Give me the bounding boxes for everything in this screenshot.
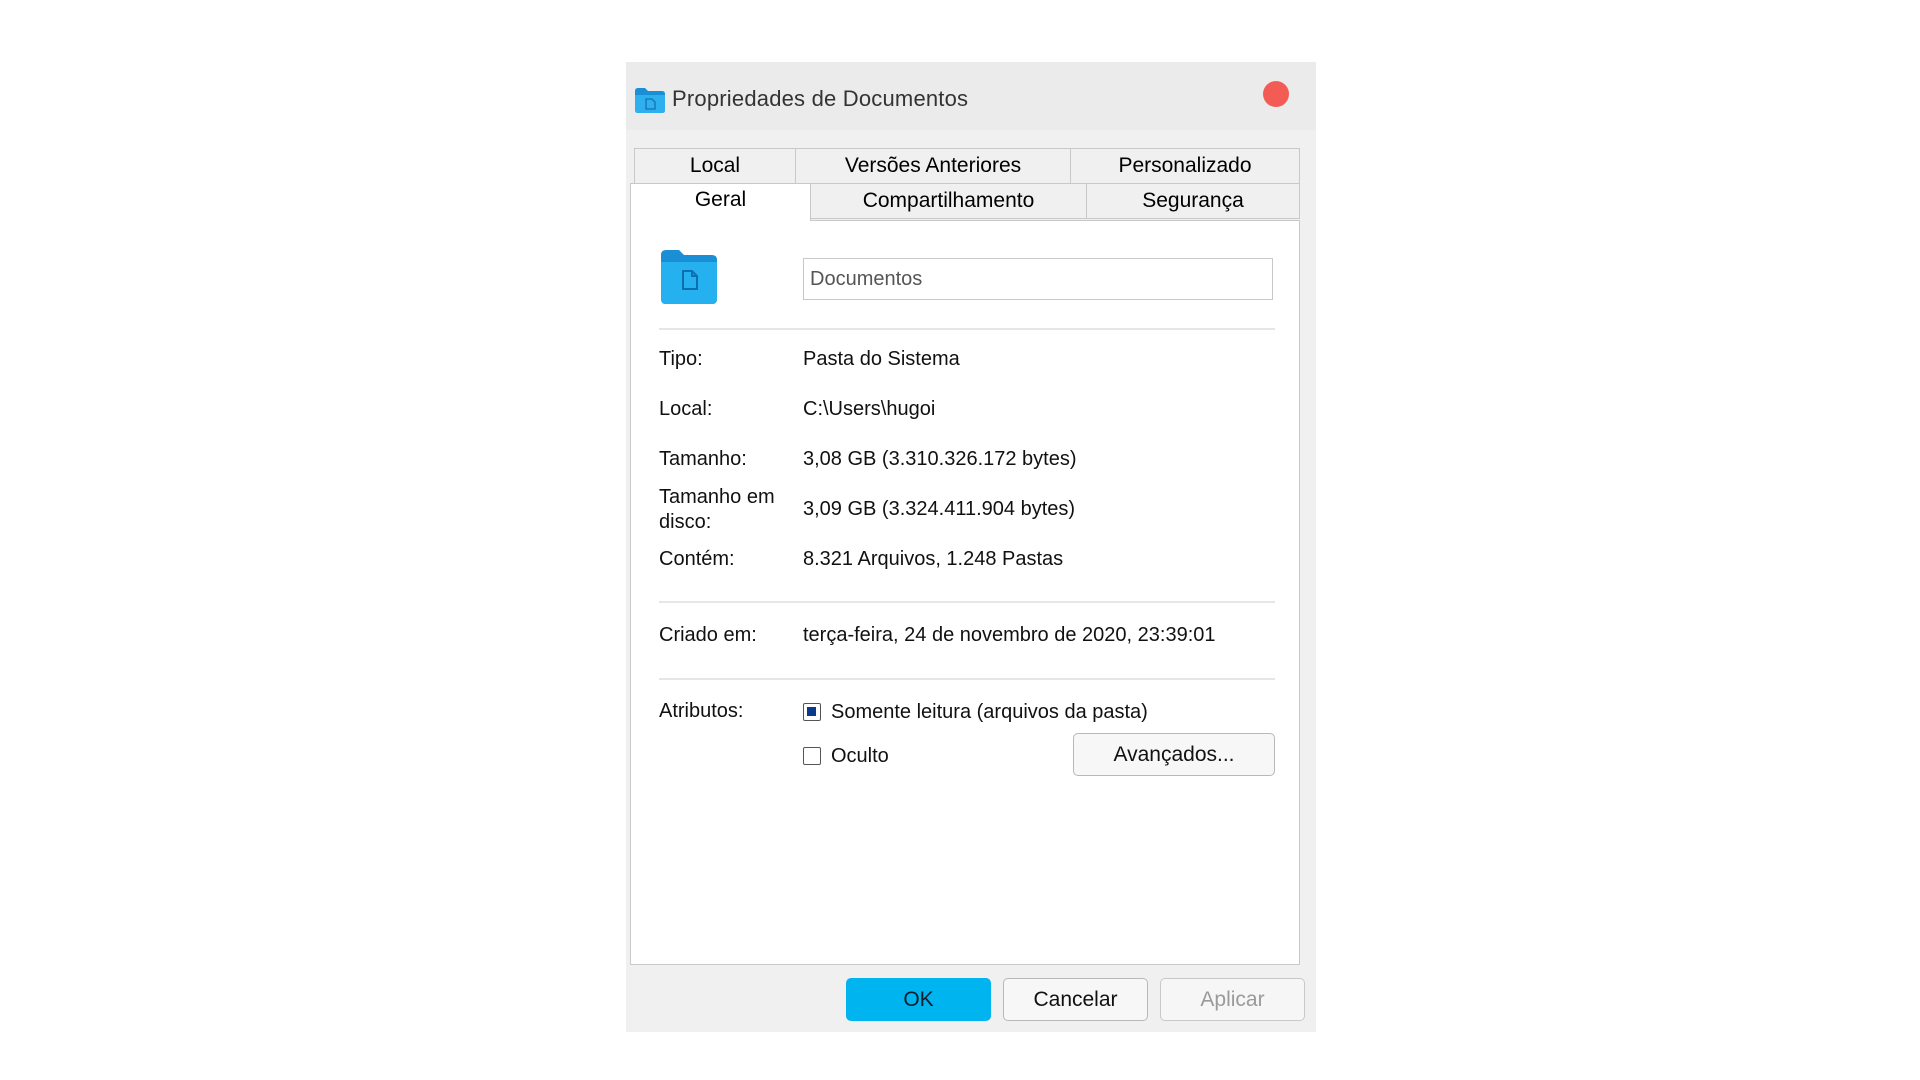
location-label: Local: [659, 398, 713, 420]
advanced-button[interactable]: Avançados... [1073, 733, 1275, 776]
location-value: C:\Users\hugoi [803, 398, 936, 420]
folder-icon [661, 250, 717, 304]
title-bar: Propriedades de Documentos [626, 62, 1316, 130]
folder-icon [635, 88, 665, 113]
hidden-checkbox[interactable] [803, 747, 821, 765]
separator [659, 601, 1275, 603]
created-label: Criado em: [659, 624, 757, 646]
contains-value: 8.321 Arquivos, 1.248 Pastas [803, 548, 1064, 570]
attributes-label: Atributos: [659, 700, 744, 722]
tab-previous-versions[interactable]: Versões Anteriores [795, 148, 1071, 184]
disk-size-label-line2: disco: [659, 511, 712, 533]
tab-sharing[interactable]: Compartilhamento [810, 183, 1087, 219]
disk-size-label-line1: Tamanho em [659, 486, 775, 508]
window-title: Propriedades de Documentos [672, 86, 969, 111]
size-value: 3,08 GB (3.310.326.172 bytes) [803, 448, 1077, 470]
ok-button[interactable]: OK [846, 978, 991, 1021]
tab-security[interactable]: Segurança [1086, 183, 1300, 219]
disk-size-value: 3,09 GB (3.324.411.904 bytes) [803, 498, 1076, 520]
properties-dialog: Propriedades de Documentos Local Versões… [626, 62, 1316, 1032]
cancel-button[interactable]: Cancelar [1003, 978, 1148, 1021]
readonly-checkbox-label[interactable]: Somente leitura (arquivos da pasta) [831, 700, 1148, 725]
readonly-checkbox[interactable] [803, 703, 821, 721]
type-value: Pasta do Sistema [803, 348, 960, 370]
size-label: Tamanho: [659, 448, 747, 470]
apply-button[interactable]: Aplicar [1160, 978, 1305, 1021]
separator [659, 328, 1275, 330]
created-value: terça-feira, 24 de novembro de 2020, 23:… [803, 624, 1216, 646]
folder-name-input[interactable] [803, 258, 1273, 300]
hidden-checkbox-label[interactable]: Oculto [831, 744, 889, 769]
tab-general[interactable]: Geral [630, 183, 811, 221]
close-button[interactable] [1263, 81, 1289, 107]
contains-label: Contém: [659, 548, 735, 570]
general-tab-panel: Tipo: Pasta do Sistema Local: C:\Users\h… [630, 220, 1300, 965]
tab-local[interactable]: Local [634, 148, 796, 184]
tab-customize[interactable]: Personalizado [1070, 148, 1300, 184]
type-label: Tipo: [659, 348, 703, 370]
separator [659, 678, 1275, 680]
